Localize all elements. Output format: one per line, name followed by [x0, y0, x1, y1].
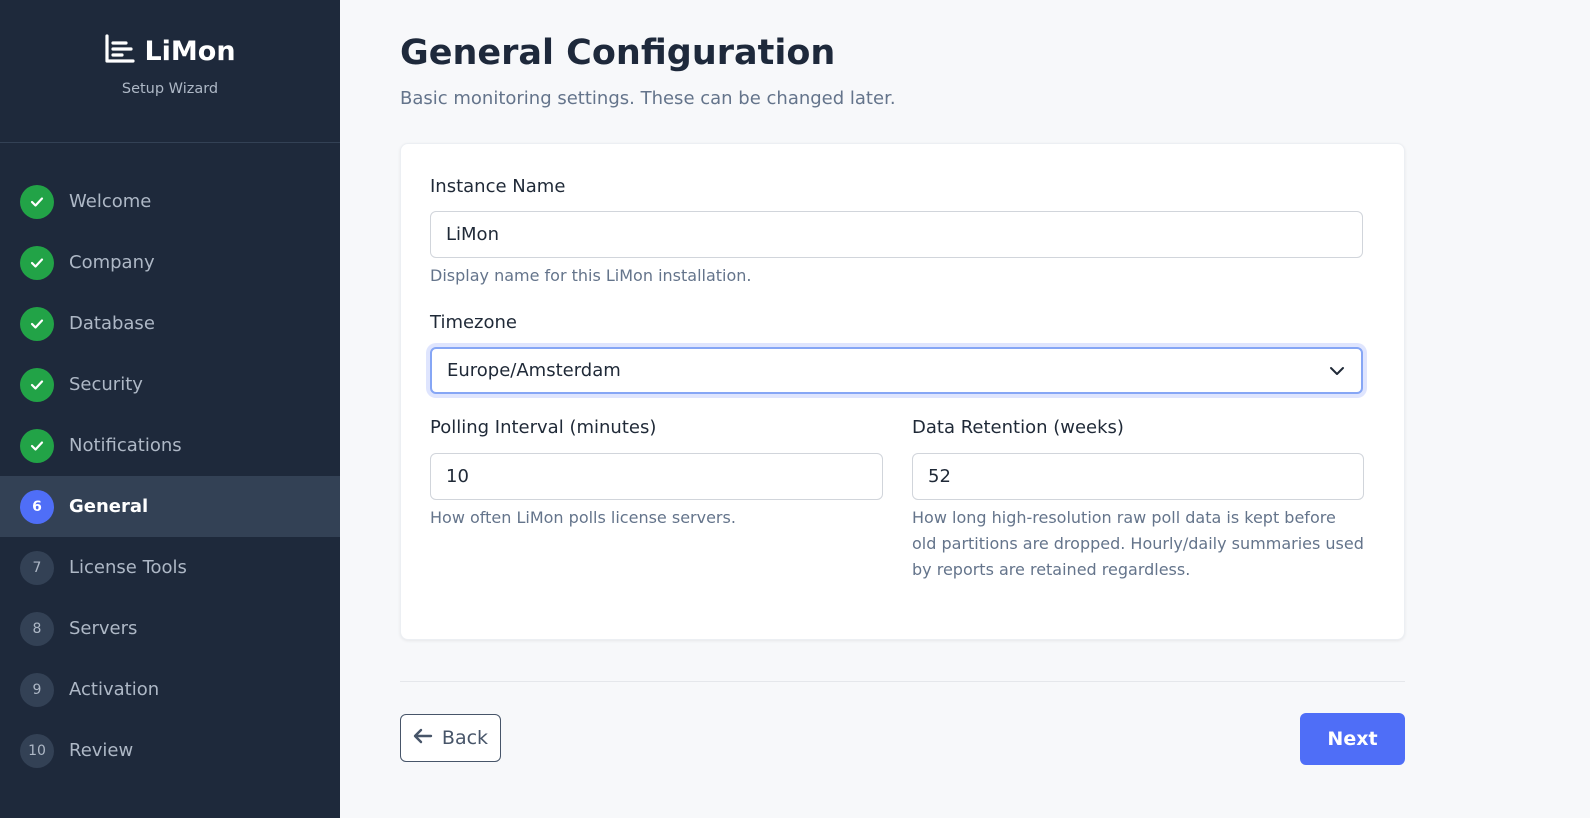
step-security[interactable]: Security [0, 354, 340, 415]
check-icon [20, 306, 54, 341]
arrow-left-icon [413, 727, 433, 749]
step-label: Notifications [69, 435, 182, 456]
step-label: Servers [69, 618, 138, 639]
step-label: Welcome [69, 191, 152, 212]
wizard-steps: Welcome Company Database Security Notificati… [0, 143, 340, 781]
brand-subtitle: Setup Wizard [121, 81, 219, 97]
check-icon [20, 367, 54, 402]
check-icon [20, 184, 54, 219]
instance-name-help: Display name for this LiMon installation… [430, 266, 752, 285]
step-label: Activation [69, 679, 160, 700]
step-company[interactable]: Company [0, 232, 340, 293]
timezone-label: Timezone [430, 312, 517, 333]
step-label: Database [69, 313, 155, 334]
footer-divider [400, 681, 1405, 682]
step-number: 6 [20, 489, 54, 524]
step-number: 9 [20, 672, 54, 707]
step-welcome[interactable]: Welcome [0, 171, 340, 232]
data-retention-input[interactable]: 52 [912, 453, 1364, 500]
step-label: General [69, 496, 149, 517]
check-icon [20, 245, 54, 280]
step-database[interactable]: Database [0, 293, 340, 354]
instance-name-label: Instance Name [430, 176, 566, 197]
step-servers[interactable]: 8 Servers [0, 598, 340, 659]
chevron-down-icon [1329, 360, 1345, 381]
data-retention-label: Data Retention (weeks) [912, 417, 1124, 438]
brand-header: LiMon Setup Wizard [0, 0, 340, 143]
logo-icon [104, 34, 136, 68]
step-label: Company [69, 252, 155, 273]
instance-name-input[interactable]: LiMon [430, 211, 1363, 258]
page-subtitle: Basic monitoring settings. These can be … [400, 88, 896, 109]
brand-name: LiMon [144, 35, 236, 67]
polling-interval-help: How often LiMon polls license servers. [430, 508, 736, 527]
sidebar: LiMon Setup Wizard Welcome Company Databas… [0, 0, 340, 818]
step-general[interactable]: 6 General [0, 476, 340, 537]
back-button-label: Back [441, 727, 489, 749]
back-button[interactable]: Back [400, 714, 501, 762]
polling-interval-input[interactable]: 10 [430, 453, 883, 500]
timezone-select[interactable]: Europe/Amsterdam [430, 347, 1363, 394]
settings-card: Instance Name LiMon Display name for thi… [400, 143, 1405, 640]
step-license-tools[interactable]: 7 License Tools [0, 537, 340, 598]
data-retention-help: How long high-resolution raw poll data i… [912, 508, 1364, 579]
step-label: Security [69, 374, 143, 395]
step-review[interactable]: 10 Review [0, 720, 340, 781]
timezone-value: Europe/Amsterdam [447, 360, 621, 381]
check-icon [20, 428, 54, 463]
step-number: 8 [20, 611, 54, 646]
polling-interval-label: Polling Interval (minutes) [430, 417, 657, 438]
step-label: License Tools [69, 557, 187, 578]
step-activation[interactable]: 9 Activation [0, 659, 340, 720]
next-button[interactable]: Next [1300, 713, 1405, 765]
step-number: 7 [20, 550, 54, 585]
step-label: Review [69, 740, 134, 761]
step-notifications[interactable]: Notifications [0, 415, 340, 476]
page-title: General Configuration [400, 33, 836, 73]
step-number: 10 [20, 733, 54, 768]
